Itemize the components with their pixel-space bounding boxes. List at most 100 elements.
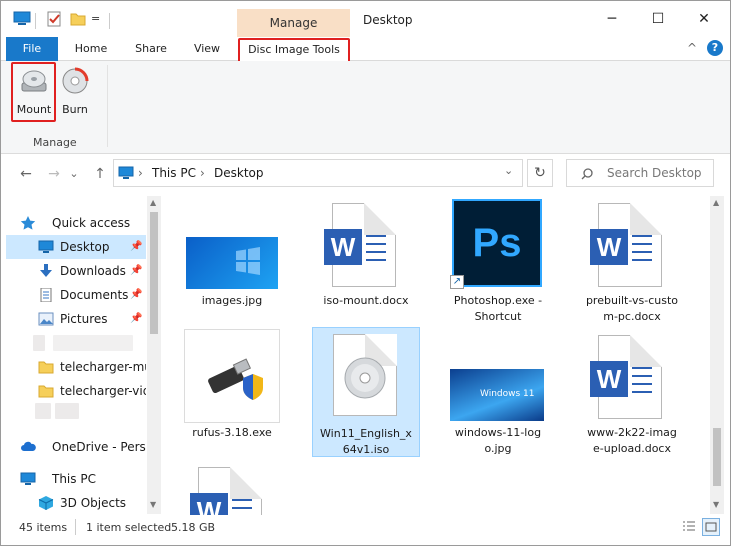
status-divider xyxy=(75,519,76,535)
file-name: images.jpg xyxy=(201,294,263,307)
blurred-icon xyxy=(35,403,51,419)
breadcrumb-separator: › xyxy=(200,166,205,180)
recent-locations-button[interactable]: ⌄ xyxy=(67,163,81,185)
back-button[interactable]: ← xyxy=(15,163,37,185)
nav-item-3d-objects[interactable]: 3D Objects xyxy=(6,491,146,515)
ribbon-group-label: Manage xyxy=(33,136,77,149)
word-icon: W xyxy=(190,493,228,515)
doc-line xyxy=(366,235,386,237)
nav-label: telecharger-mus xyxy=(60,360,146,374)
large-icons-view-icon[interactable] xyxy=(702,518,720,536)
scroll-thumb[interactable] xyxy=(713,428,721,486)
exe-thumbnail xyxy=(184,329,280,423)
computer-icon xyxy=(20,472,36,485)
shortcut-arrow-icon: ↗ xyxy=(450,275,464,289)
tab-disc-image-tools[interactable]: Disc Image Tools xyxy=(238,38,350,63)
word-icon: W xyxy=(324,229,362,265)
tab-share[interactable]: Share xyxy=(125,37,177,61)
burn-button[interactable]: Burn xyxy=(53,63,97,121)
file-item[interactable]: images.jpg xyxy=(178,199,286,313)
file-name-line: m-pc.docx xyxy=(603,310,661,323)
doc-line xyxy=(632,235,652,237)
new-folder-icon[interactable] xyxy=(69,10,87,30)
up-button[interactable]: ↑ xyxy=(89,163,111,185)
nav-item-documents[interactable]: Documents 📌 xyxy=(6,283,146,307)
doc-line xyxy=(632,251,652,253)
doc-line xyxy=(632,367,652,369)
doc-line xyxy=(232,507,252,509)
qa-customize-icon[interactable]: = xyxy=(91,12,100,25)
nav-item-pictures[interactable]: Pictures 📌 xyxy=(6,307,146,331)
qa-divider xyxy=(109,13,110,29)
scroll-up-icon[interactable]: ▲ xyxy=(713,198,719,207)
disc-icon xyxy=(344,357,386,399)
windows-logo-icon xyxy=(236,247,260,275)
file-name-line: Photoshop.exe - xyxy=(453,294,543,307)
breadcrumb-desktop[interactable]: Desktop xyxy=(214,166,264,180)
file-name-line: Win11_English_x xyxy=(320,427,412,440)
file-item[interactable]: W www-2k22-imag e-upload.docx xyxy=(578,331,686,457)
breadcrumb-this-pc[interactable]: This PC xyxy=(152,166,196,180)
pin-icon: 📌 xyxy=(130,289,143,300)
nav-item-telecharger-vide[interactable]: telecharger-vide xyxy=(6,379,146,403)
nav-item-quick-access[interactable]: Quick access xyxy=(6,211,146,235)
search-box[interactable]: Search Desktop xyxy=(566,159,714,187)
doc-line xyxy=(366,243,386,245)
close-button[interactable]: ✕ xyxy=(681,1,727,37)
tab-file[interactable]: File xyxy=(6,37,58,61)
file-item[interactable]: W prebuilt-vs-custo m-pc.docx xyxy=(578,199,686,325)
mount-highlight xyxy=(11,62,56,122)
explorer-window: = Manage Desktop ─ ☐ ✕ File Home Share V… xyxy=(0,0,731,546)
download-arrow-icon xyxy=(40,264,52,277)
windows11-text: Windows 11 xyxy=(480,389,535,399)
help-icon[interactable]: ? xyxy=(707,40,723,56)
burn-label: Burn xyxy=(62,103,88,116)
scroll-down-icon[interactable]: ▼ xyxy=(150,500,156,509)
file-item-partial[interactable]: W xyxy=(178,463,286,515)
nav-label: 3D Objects xyxy=(60,496,127,510)
file-item[interactable]: Windows 11 windows-11-log o.jpg xyxy=(444,331,552,457)
search-icon xyxy=(581,168,593,180)
file-item[interactable]: W iso-mount.docx xyxy=(312,199,420,313)
nav-item-this-pc[interactable]: This PC xyxy=(6,467,146,491)
forward-button[interactable]: → xyxy=(43,163,65,185)
scroll-down-icon[interactable]: ▼ xyxy=(713,500,719,509)
scroll-thumb[interactable] xyxy=(150,212,158,334)
nav-item-desktop[interactable]: Desktop 📌 xyxy=(6,235,146,259)
nav-label: telecharger-vide xyxy=(60,384,146,398)
refresh-button[interactable]: ↻ xyxy=(527,159,553,187)
file-item-selected[interactable]: Win11_English_x 64v1.iso xyxy=(312,327,420,457)
nav-label: OneDrive - Person xyxy=(52,440,146,454)
nav-label: Downloads xyxy=(60,264,126,278)
file-name: rufus-3.18.exe xyxy=(192,426,272,439)
nav-item-telecharger-mus[interactable]: telecharger-mus xyxy=(6,355,146,379)
doc-line xyxy=(632,375,652,377)
nav-item-downloads[interactable]: Downloads 📌 xyxy=(6,259,146,283)
search-input[interactable]: Search Desktop xyxy=(607,166,702,180)
details-view-icon[interactable] xyxy=(681,519,697,535)
pin-icon: 📌 xyxy=(130,241,143,252)
qa-divider xyxy=(35,13,36,29)
blurred-label xyxy=(55,403,79,419)
file-item[interactable]: rufus-3.18.exe xyxy=(178,329,286,443)
tab-view[interactable]: View xyxy=(181,37,233,61)
ribbon xyxy=(1,61,730,154)
doc-line xyxy=(632,391,652,393)
image-thumbnail xyxy=(186,237,278,289)
file-name-line: e-upload.docx xyxy=(593,442,671,455)
file-name: iso-mount.docx xyxy=(323,294,409,307)
file-item[interactable]: Ps ↗ Photoshop.exe - Shortcut xyxy=(444,199,552,325)
nav-item-onedrive[interactable]: OneDrive - Person xyxy=(6,435,146,459)
maximize-button[interactable]: ☐ xyxy=(635,1,681,37)
properties-icon[interactable] xyxy=(45,10,63,30)
files-scrollbar[interactable]: ▲ ▼ xyxy=(710,196,724,514)
minimize-button[interactable]: ─ xyxy=(589,1,635,37)
ribbon-collapse-icon[interactable]: ^ xyxy=(687,41,697,55)
address-dropdown-icon[interactable]: ⌄ xyxy=(504,164,513,177)
word-icon: W xyxy=(590,229,628,265)
address-bar[interactable]: › This PC › Desktop ⌄ xyxy=(113,159,523,187)
nav-label: Documents xyxy=(60,288,129,302)
tab-home[interactable]: Home xyxy=(65,37,117,61)
nav-scrollbar[interactable]: ▲ ▼ xyxy=(147,196,161,514)
scroll-up-icon[interactable]: ▲ xyxy=(150,198,156,207)
